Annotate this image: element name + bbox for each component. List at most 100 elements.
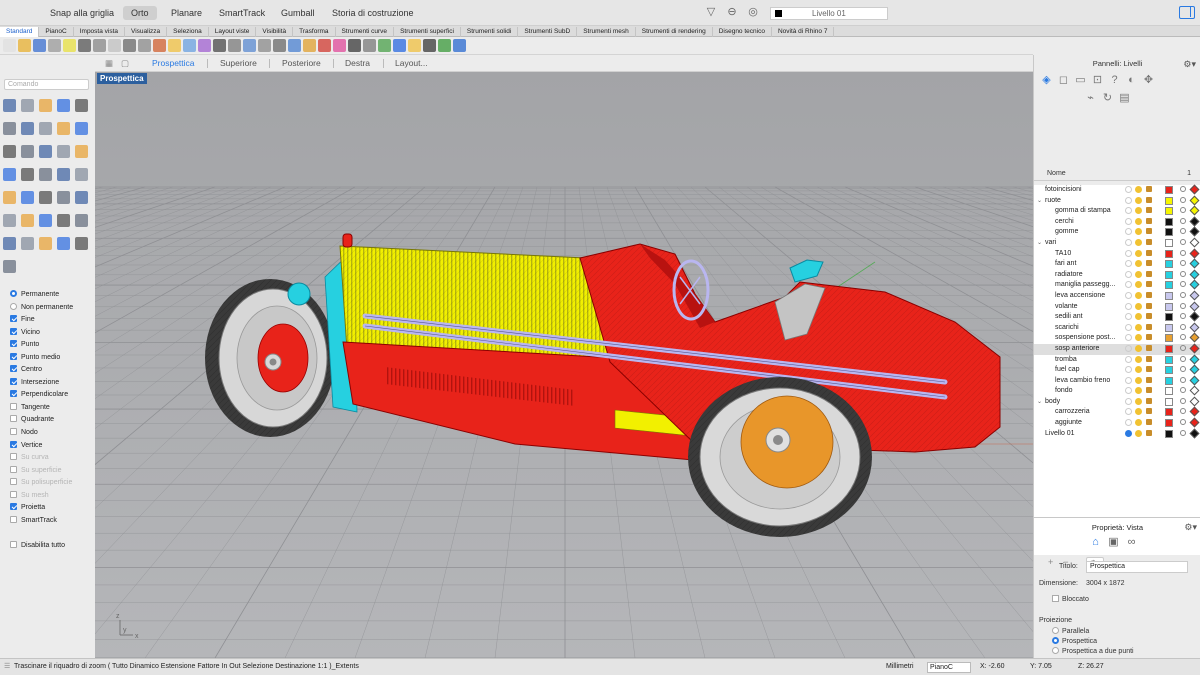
toolbar-tab[interactable]: Visibilità: [256, 27, 294, 37]
material-icon[interactable]: [1180, 281, 1186, 288]
filter-icon[interactable]: ▽: [704, 5, 718, 19]
layer-color-swatch[interactable]: [1165, 281, 1173, 290]
viewport-label[interactable]: Prospettica: [97, 73, 147, 84]
tab-layout[interactable]: Layout...: [395, 58, 428, 68]
tool-icon[interactable]: [3, 191, 16, 204]
lock-icon[interactable]: [1146, 238, 1152, 245]
print-color-icon[interactable]: [1189, 396, 1200, 407]
layer-row[interactable]: fondo: [1034, 385, 1200, 397]
layer-color-swatch[interactable]: [1165, 429, 1173, 438]
lock-icon[interactable]: [1146, 249, 1152, 256]
toolbar-tab[interactable]: Strumenti curve: [336, 27, 395, 37]
tool-icon[interactable]: [3, 168, 16, 181]
help-icon[interactable]: ?: [1108, 74, 1121, 87]
tool-icon[interactable]: [21, 168, 34, 181]
tab-superiore[interactable]: Superiore: [220, 58, 257, 68]
tool-icon[interactable]: [39, 237, 52, 250]
osnap-checkbox[interactable]: [10, 515, 17, 523]
ortho-toggle[interactable]: Orto: [123, 6, 157, 20]
lightbulb-icon[interactable]: [1135, 228, 1142, 236]
lightbulb-icon[interactable]: [1135, 217, 1142, 225]
osnap-checkbox[interactable]: [10, 503, 17, 511]
lightbulb-icon[interactable]: [1135, 196, 1142, 204]
osnap-checkbox[interactable]: [10, 340, 17, 348]
current-layer-icon[interactable]: [1125, 270, 1132, 278]
osnap-option[interactable]: Disabilita tutto: [10, 540, 94, 553]
lock-icon[interactable]: [1146, 334, 1152, 341]
layer-color-swatch[interactable]: [1165, 387, 1173, 396]
material-icon[interactable]: [1180, 429, 1186, 436]
tool-icon[interactable]: [21, 122, 34, 135]
lightbulb-icon[interactable]: [1135, 419, 1142, 427]
print-color-icon[interactable]: [1189, 428, 1200, 439]
tool-icon[interactable]: [21, 145, 34, 158]
lightbulb-icon[interactable]: [1135, 249, 1142, 257]
panels-toggle-icon[interactable]: [1179, 6, 1195, 19]
layer-row[interactable]: fotoincisioni: [1034, 184, 1200, 196]
tool-icon[interactable]: [57, 214, 70, 227]
tool-icon[interactable]: [3, 237, 16, 250]
layer-row[interactable]: TA10: [1034, 248, 1200, 260]
layer-color-swatch[interactable]: [1165, 228, 1173, 237]
lock-icon[interactable]: [1146, 376, 1152, 383]
tool-icon[interactable]: [39, 122, 52, 135]
lightbulb-icon[interactable]: [1135, 323, 1142, 331]
tool-icon[interactable]: ⊖: [725, 5, 739, 19]
projection-option[interactable]: Parallela: [1052, 627, 1089, 635]
lock-icon[interactable]: [1146, 270, 1152, 277]
layer-row[interactable]: volante: [1034, 301, 1200, 313]
current-layer-icon[interactable]: [1125, 207, 1132, 215]
layer-color-swatch[interactable]: [1165, 238, 1173, 247]
material-icon[interactable]: [1180, 355, 1186, 362]
osnap-option[interactable]: Proietta: [10, 502, 94, 515]
object-props-icon[interactable]: ◻: [1057, 73, 1070, 86]
osnap-checkbox[interactable]: [10, 478, 17, 486]
toolbar-icon[interactable]: [123, 39, 136, 52]
toolbar-icon[interactable]: [273, 39, 286, 52]
toolbar-icon[interactable]: [363, 39, 376, 52]
osnap-option[interactable]: Intersezione: [10, 377, 94, 390]
toolbar-icon[interactable]: [63, 39, 76, 52]
lock-icon[interactable]: [1146, 207, 1152, 214]
osnap-checkbox[interactable]: [10, 540, 17, 548]
material-icon[interactable]: [1180, 366, 1186, 373]
tool-icon[interactable]: [75, 168, 88, 181]
layer-row[interactable]: sedili ant: [1034, 311, 1200, 323]
tool-icon[interactable]: [75, 191, 88, 204]
lock-icon[interactable]: [1146, 419, 1152, 426]
lightbulb-icon[interactable]: [1135, 429, 1142, 437]
osnap-option[interactable]: Permanente: [10, 289, 94, 302]
material-icon[interactable]: [1180, 376, 1186, 383]
osnap-option[interactable]: Perpendicolare: [10, 389, 94, 402]
tool-icon[interactable]: [21, 191, 34, 204]
projection-option[interactable]: Prospettica a due punti: [1052, 647, 1134, 655]
osnap-option[interactable]: Su superficie: [10, 465, 94, 478]
toolbar-tab[interactable]: Novità di Rhino 7: [772, 27, 835, 37]
tool-icon[interactable]: [39, 99, 52, 112]
print-color-icon[interactable]: [1189, 407, 1200, 417]
osnap-checkbox[interactable]: [10, 453, 17, 461]
layer-row[interactable]: sosp anteriore: [1034, 343, 1200, 355]
toolbar-icon[interactable]: [438, 39, 451, 52]
current-layer-box[interactable]: Livello 01: [770, 7, 888, 20]
layer-row[interactable]: carrozzeria: [1034, 407, 1200, 418]
osnap-option[interactable]: Su curva: [10, 452, 94, 465]
print-color-icon[interactable]: [1189, 364, 1200, 375]
tool-icon[interactable]: [57, 99, 70, 112]
toolbar-icon[interactable]: [213, 39, 226, 52]
material-icon[interactable]: [1180, 238, 1186, 245]
material-icon[interactable]: [1180, 408, 1186, 415]
projection-option[interactable]: Prospettica: [1052, 637, 1097, 645]
lightbulb-icon[interactable]: [1135, 313, 1142, 321]
lock-icon[interactable]: [1146, 344, 1152, 351]
view-title-input[interactable]: Prospettica: [1086, 561, 1188, 573]
toolbar-tab[interactable]: Seleziona: [167, 27, 209, 37]
print-color-icon[interactable]: [1189, 216, 1200, 227]
column-name[interactable]: Nome: [1047, 170, 1066, 177]
toolbar-icon[interactable]: [348, 39, 361, 52]
osnap-checkbox[interactable]: [10, 428, 17, 436]
tool-icon[interactable]: [39, 214, 52, 227]
osnap-option[interactable]: Nodo: [10, 427, 94, 440]
material-icon[interactable]: [1180, 260, 1186, 267]
current-layer-icon[interactable]: [1125, 260, 1132, 268]
